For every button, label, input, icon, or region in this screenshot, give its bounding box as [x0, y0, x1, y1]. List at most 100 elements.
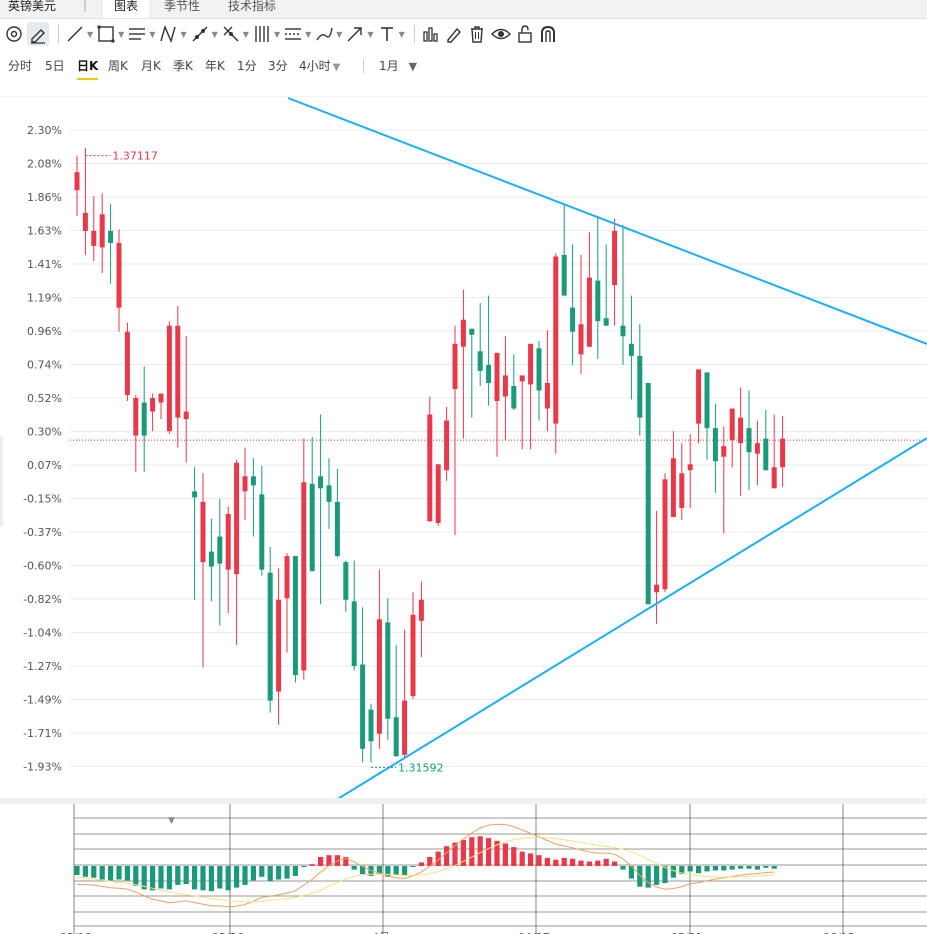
period-quarterly[interactable]: 季K: [173, 57, 193, 74]
period-weekly[interactable]: 周K: [108, 57, 128, 74]
candle: [334, 468, 340, 558]
candle-body: [259, 494, 265, 570]
trendline-upper[interactable]: [287, 97, 927, 345]
candle-body: [192, 491, 198, 498]
stats-icon[interactable]: [421, 22, 441, 46]
candle-body: [721, 446, 727, 457]
candle: [217, 498, 223, 626]
candle-body: [645, 382, 651, 605]
candle-body: [729, 408, 735, 441]
candle: [393, 644, 399, 757]
pen-icon[interactable]: [27, 22, 49, 46]
candle-body: [284, 556, 290, 599]
tab-indicators[interactable]: 技术指标: [228, 0, 276, 14]
macd-bar: [654, 866, 660, 885]
candle-body: [318, 476, 324, 489]
period-4hour-label: 4小时: [299, 59, 331, 73]
panel-separator[interactable]: [0, 798, 927, 804]
candle-body: [410, 614, 416, 697]
candle: [402, 629, 408, 758]
period-yearly[interactable]: 年K: [205, 57, 225, 74]
range-select[interactable]: 1月 ▼: [379, 57, 417, 74]
y-tick-label: 1.86%: [27, 191, 62, 204]
candle: [141, 366, 147, 472]
candle-body: [267, 572, 273, 701]
candle-body: [670, 458, 676, 517]
magnet-u-icon[interactable]: [538, 22, 558, 46]
trash-icon[interactable]: [467, 22, 487, 46]
period-5day[interactable]: 5日: [45, 57, 65, 74]
candle: [225, 506, 231, 614]
period-3min[interactable]: 3分: [268, 57, 288, 74]
candle-body: [696, 369, 702, 424]
candle-body: [460, 319, 466, 347]
fork-tool-icon[interactable]: ▼: [221, 22, 249, 46]
indicator-menu-icon[interactable]: ▼: [168, 816, 175, 826]
macd-bar: [620, 866, 626, 870]
candle: [486, 295, 492, 406]
candle-body: [637, 355, 643, 418]
candle: [166, 321, 172, 435]
edit-icon[interactable]: [444, 22, 464, 46]
price-chart[interactable]: 2.30% 2.08% 1.86% 1.63% 1.41% 1.19% 0.96% 0.74%…: [0, 96, 927, 934]
macd-bar: [511, 847, 517, 866]
macd-bar: [74, 866, 80, 875]
channel-tool-icon[interactable]: ▼: [283, 22, 311, 46]
candle-body: [166, 325, 172, 432]
magnet-icon[interactable]: [4, 22, 24, 46]
arrow-tool-icon[interactable]: ▼: [345, 22, 374, 46]
macd-bar: [158, 866, 164, 889]
parallel-lines-icon[interactable]: ▼: [127, 22, 155, 46]
top-tab-bar: 英镑美元 | 图表 季节性 技术指标: [0, 0, 927, 19]
candle: [242, 447, 248, 520]
fib-tool-icon[interactable]: ▼: [252, 22, 280, 46]
macd-bar: [393, 866, 399, 875]
candle: [91, 196, 97, 261]
candle-body: [570, 307, 576, 332]
candle-body: [225, 513, 231, 570]
macd-bar: [284, 866, 290, 879]
toolbar-divider: [413, 25, 415, 43]
candle: [519, 375, 525, 450]
ray-tool-icon[interactable]: ▼: [190, 22, 218, 46]
macd-bar: [586, 861, 592, 866]
line-tool-icon[interactable]: ▼: [65, 22, 93, 46]
candle: [780, 416, 786, 487]
candle-body: [141, 402, 147, 436]
candle: [309, 437, 315, 572]
eye-icon[interactable]: [490, 22, 512, 46]
macd-bar: [763, 866, 769, 868]
candle-body: [746, 428, 752, 453]
candle-body: [175, 325, 181, 418]
candle-body: [687, 464, 693, 471]
candle: [645, 382, 651, 605]
y-tick-label: 1.41%: [27, 258, 62, 271]
macd-bar: [486, 838, 492, 866]
tab-seasonality[interactable]: 季节性: [164, 0, 200, 14]
period-minute[interactable]: 分时: [8, 57, 32, 74]
text-tool-icon[interactable]: ▼: [377, 22, 405, 46]
candle-body: [99, 214, 105, 248]
period-daily[interactable]: 日K: [77, 57, 99, 80]
candle-body: [738, 417, 744, 444]
period-4hour[interactable]: 4小时 ▼: [299, 57, 340, 74]
macd-bar: [687, 866, 693, 872]
pattern-tool-icon[interactable]: ▼: [158, 22, 187, 46]
period-monthly[interactable]: 月K: [141, 57, 161, 74]
candle-body: [301, 482, 307, 671]
trendline-lower[interactable]: [335, 437, 927, 801]
candle: [200, 473, 206, 668]
candle-body: [124, 331, 130, 395]
lock-icon[interactable]: [515, 22, 535, 46]
tab-chart[interactable]: 图表: [101, 0, 152, 18]
macd-bar: [91, 866, 97, 878]
candle-body: [74, 172, 80, 191]
rectangle-tool-icon[interactable]: ▼: [96, 22, 124, 46]
candle-body: [603, 318, 609, 326]
candle-body: [763, 438, 769, 471]
brush-tool-icon[interactable]: ▼: [314, 22, 342, 46]
y-tick-label: -0.15%: [23, 493, 62, 506]
candle-body: [343, 562, 349, 600]
macd-bar: [528, 853, 534, 866]
period-1min[interactable]: 1分: [237, 57, 257, 74]
